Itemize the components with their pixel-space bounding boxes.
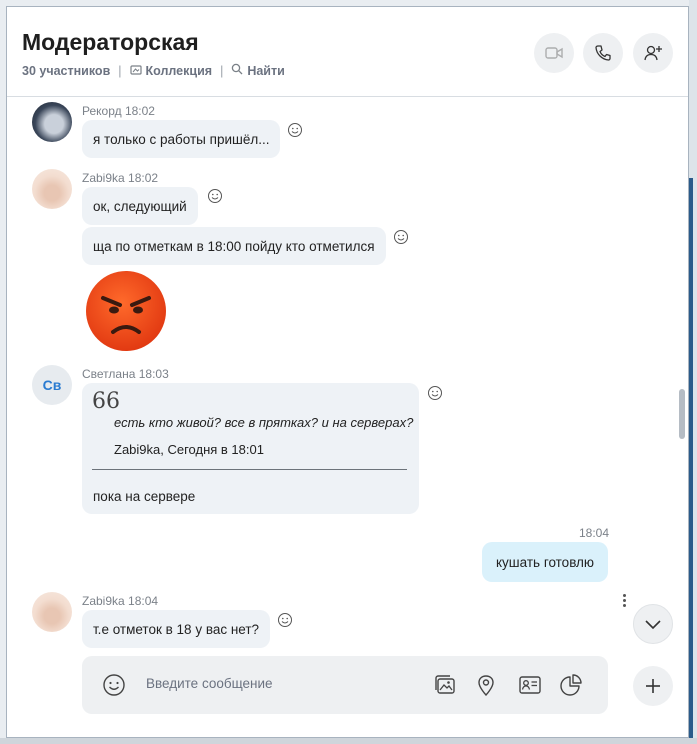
message-bubble[interactable]: ок, следующий bbox=[82, 187, 198, 225]
reaction-button[interactable] bbox=[427, 385, 443, 401]
pie-chart-icon bbox=[560, 674, 582, 696]
quote-source[interactable]: Zabi9ka, Сегодня в 18:01 bbox=[114, 442, 264, 457]
quote-mark: 66 bbox=[92, 389, 120, 414]
audio-call-button[interactable] bbox=[583, 33, 623, 73]
smiley-icon bbox=[103, 674, 125, 696]
message-sender: Zabi9ka 18:02 bbox=[82, 171, 159, 185]
outgoing-message-bubble[interactable]: кушать готовлю bbox=[482, 542, 609, 582]
scroll-to-bottom-button[interactable] bbox=[633, 604, 673, 644]
avatar[interactable] bbox=[32, 102, 72, 142]
video-camera-icon bbox=[545, 47, 563, 59]
chat-title: Модераторская bbox=[22, 29, 199, 55]
plus-icon bbox=[646, 679, 660, 693]
message-composer[interactable]: Введите сообщение bbox=[82, 656, 608, 714]
collection-link[interactable]: Коллекция bbox=[129, 63, 213, 78]
reaction-button[interactable] bbox=[393, 229, 409, 245]
quoted-text: есть кто живой? все в прятках? и на серв… bbox=[114, 415, 414, 430]
meta-divider: | bbox=[220, 63, 224, 78]
reply-text: пока на сервере bbox=[93, 489, 196, 504]
smiley-icon bbox=[208, 189, 222, 203]
taskbar-strip bbox=[0, 738, 697, 744]
message-bubble[interactable]: ща по отметкам в 18:00 пойду кто отметил… bbox=[82, 227, 386, 265]
add-content-button[interactable] bbox=[633, 666, 673, 706]
video-call-button[interactable] bbox=[534, 33, 574, 73]
collection-label: Коллекция bbox=[145, 63, 213, 78]
window-edge-accent bbox=[689, 178, 693, 738]
media-gallery-button[interactable] bbox=[433, 673, 457, 697]
window-edge bbox=[689, 0, 697, 744]
message-input[interactable]: Введите сообщение bbox=[146, 676, 273, 691]
contact-card-icon bbox=[519, 676, 541, 694]
add-participant-button[interactable] bbox=[633, 33, 673, 73]
chat-window: Модераторская 30 участников | Коллекция … bbox=[6, 6, 689, 738]
message-time: 18:04 bbox=[579, 526, 610, 540]
location-pin-icon bbox=[478, 675, 494, 697]
emoji-button[interactable] bbox=[102, 673, 126, 697]
search-icon bbox=[231, 63, 243, 78]
chat-header: Модераторская 30 участников | Коллекция … bbox=[7, 7, 688, 97]
more-options-icon[interactable] bbox=[623, 594, 627, 609]
contact-card-button[interactable] bbox=[518, 673, 542, 697]
scrollbar-thumb[interactable] bbox=[679, 389, 685, 439]
phone-icon bbox=[595, 45, 611, 61]
collection-icon bbox=[129, 64, 142, 78]
add-person-icon bbox=[644, 45, 662, 61]
participants-link[interactable]: 30 участников bbox=[22, 64, 110, 78]
media-gallery-icon bbox=[435, 675, 455, 694]
smiley-icon bbox=[278, 613, 292, 627]
angry-face-emoji[interactable] bbox=[85, 270, 167, 352]
find-label: Найти bbox=[247, 64, 285, 78]
reaction-button[interactable] bbox=[287, 122, 303, 138]
quoted-message-bubble[interactable]: 66 есть кто живой? все в прятках? и на с… bbox=[82, 383, 419, 514]
smiley-icon bbox=[288, 123, 302, 137]
message-sender: Zabi9ka 18:04 bbox=[82, 594, 159, 608]
find-link[interactable]: Найти bbox=[231, 63, 285, 78]
avatar[interactable] bbox=[32, 592, 72, 632]
chat-meta: 30 участников | Коллекция | Найти bbox=[22, 63, 285, 79]
poll-button[interactable] bbox=[559, 673, 583, 697]
message-bubble[interactable]: т.е отметок в 18 у вас нет? bbox=[82, 610, 271, 648]
smiley-icon bbox=[394, 230, 408, 244]
message-sender: Светлана 18:03 bbox=[82, 367, 169, 381]
quote-divider bbox=[92, 469, 407, 470]
avatar[interactable]: Св bbox=[32, 365, 72, 405]
message-sender: Рекорд 18:02 bbox=[82, 104, 155, 118]
reaction-button[interactable] bbox=[207, 188, 223, 204]
reaction-button[interactable] bbox=[277, 612, 293, 628]
message-list[interactable]: Рекорд 18:02 я только с работы пришёл...… bbox=[7, 98, 688, 648]
meta-divider: | bbox=[118, 63, 122, 78]
message-bubble[interactable]: я только с работы пришёл... bbox=[82, 120, 281, 158]
avatar[interactable] bbox=[32, 169, 72, 209]
location-button[interactable] bbox=[474, 673, 498, 697]
chevron-down-icon bbox=[645, 620, 661, 630]
smiley-icon bbox=[428, 386, 442, 400]
